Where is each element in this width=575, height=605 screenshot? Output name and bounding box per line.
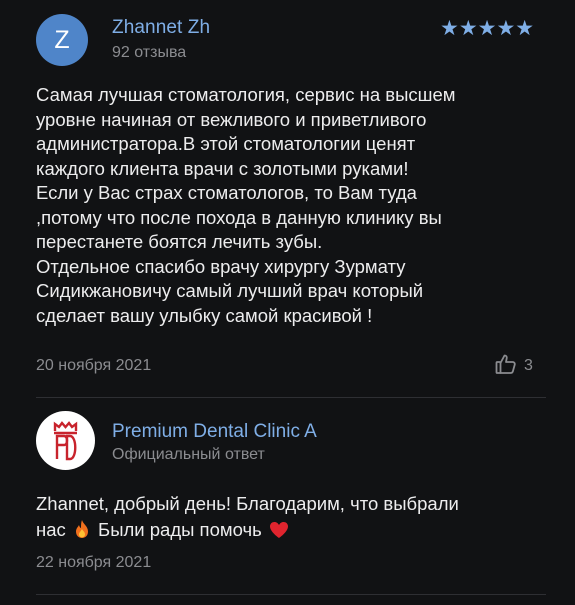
reply-text-line: Zhannet, добрый день! Благодарим, что вы…: [36, 493, 459, 514]
divider: [36, 594, 546, 595]
review-text-line: Если у Вас страх стоматологов, то Вам ту…: [36, 182, 417, 203]
like-count: 3: [524, 357, 533, 374]
review-text-line: каждого клиента врачи с золотыми руками!: [36, 157, 409, 179]
review-text-line: администратора.В этой стоматологии ценят: [36, 133, 416, 154]
reply-text: Zhannet, добрый день! Благодарим, что вы…: [36, 491, 546, 546]
reply-text-line: нас Были рады помочь: [36, 517, 546, 546]
clinic-logo[interactable]: [36, 411, 95, 470]
fire-emoji-icon: [73, 519, 91, 546]
like-button[interactable]: 3: [494, 352, 533, 380]
thumbs-up-icon: [494, 352, 518, 381]
divider: [36, 397, 546, 398]
reply-date: 22 ноября 2021: [36, 554, 152, 571]
reviewer-avatar[interactable]: Z: [36, 14, 88, 66]
reply-text-fragment: нас: [36, 519, 66, 540]
reply-text-fragment: Были рады помочь: [98, 519, 262, 540]
reviewer-review-count: 92 отзыва: [112, 44, 187, 61]
review-text-line: перестанете боятся лечить зубы.: [36, 231, 323, 252]
review-text-line: Отдельное спасибо врачу хирургу Зурмату: [36, 255, 406, 277]
clinic-name[interactable]: Premium Dental Clinic A: [112, 421, 317, 443]
official-reply-label: Официальный ответ: [112, 446, 265, 463]
reviewer-name[interactable]: Zhannet Zh: [112, 17, 210, 39]
avatar-letter: Z: [54, 26, 70, 54]
red-heart-emoji-icon: [269, 520, 289, 546]
review-text-line: уровне начиная от вежливого и приветливо…: [36, 108, 427, 130]
review-text-line: ,потому что после похода в данную клиник…: [36, 206, 442, 228]
review-text: Самая лучшая стоматология, сервис на выс…: [36, 83, 546, 328]
review-text-line: Сидикжановичу самый лучший врач который: [36, 280, 424, 301]
review-text-line: Самая лучшая стоматология, сервис на выс…: [36, 84, 456, 105]
review-date: 20 ноября 2021: [36, 357, 152, 374]
rating-stars: ★★★★★: [440, 17, 535, 40]
review-text-line: сделает вашу улыбку самой красивой !: [36, 304, 373, 326]
